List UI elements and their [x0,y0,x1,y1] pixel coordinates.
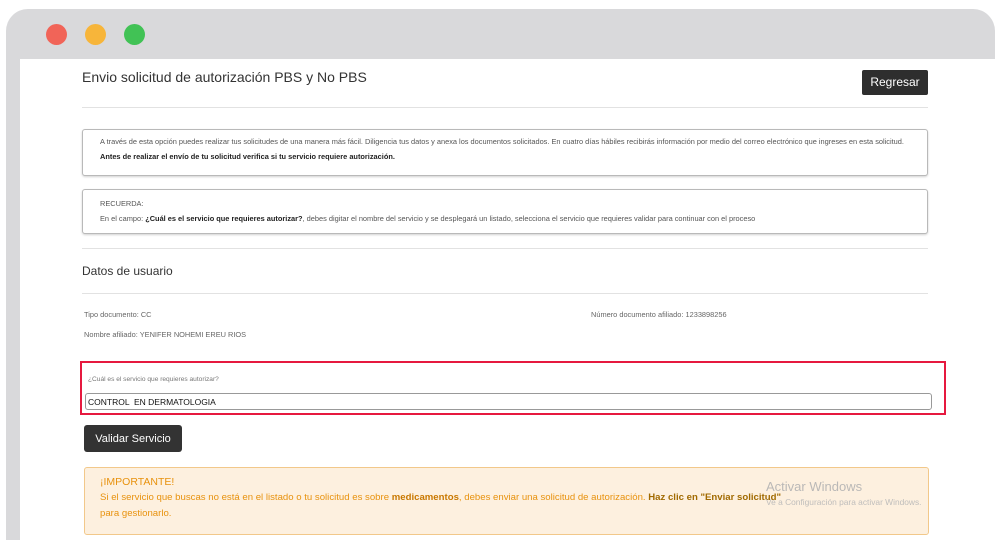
document-number: Número documento afiliado: 1233898256 [591,310,727,319]
window-titlebar [6,9,995,59]
service-question-label: ¿Cuál es el servicio que requieres autor… [88,376,219,383]
validate-service-button[interactable]: Validar Servicio [84,425,182,452]
windows-activation-watermark: Activar Windows [766,479,863,494]
alert-text-part1: Si el servicio que buscas no está en el … [100,492,392,503]
send-request-link[interactable]: Haz clic en "Enviar solicitud" [648,492,781,503]
alert-text-part2: , debes enviar una solicitud de autoriza… [458,492,649,503]
divider [82,248,928,249]
alert-bold-medicamentos: medicamentos [391,492,459,503]
service-highlight-box: ¿Cuál es el servicio que requieres autor… [80,361,946,415]
info-box: A través de esta opción puedes realizar … [82,129,928,176]
maximize-window-button[interactable] [124,24,145,45]
section-title-user-data: Datos de usuario [82,264,173,278]
browser-window: Envio solicitud de autorización PBS y No… [6,9,995,540]
close-window-button[interactable] [46,24,67,45]
alert-text-part3: para gestionarlo. [100,508,172,519]
affiliate-name: Nombre afiliado: YENIFER NOHEMI EREU RIO… [84,330,247,339]
document-type: Tipo documento: CC [84,310,152,319]
page-content: Envio solicitud de autorización PBS y No… [20,59,995,540]
divider [82,293,928,294]
minimize-window-button[interactable] [85,24,106,45]
page-title: Envio solicitud de autorización PBS y No… [82,69,367,85]
windows-activation-subtitle: Ve a Configuración para activar Windows. [766,497,922,507]
back-button[interactable]: Regresar [862,70,928,95]
service-input[interactable] [85,393,932,410]
divider [82,107,928,108]
reminder-text: En el campo: ¿Cuál es el servicio que re… [100,211,915,226]
reminder-bold-text: ¿Cuál es el servicio que requieres autor… [145,214,303,223]
reminder-suffix: , debes digitar el nombre del servicio y… [302,214,756,223]
reminder-title: RECUERDA: [100,199,144,208]
info-text: A través de esta opción puedes realizar … [100,137,904,146]
reminder-prefix: En el campo: [100,214,146,223]
reminder-box: RECUERDA: En el campo: ¿Cuál es el servi… [82,189,928,234]
info-bold-text: Antes de realizar el envío de tu solicit… [100,152,395,161]
